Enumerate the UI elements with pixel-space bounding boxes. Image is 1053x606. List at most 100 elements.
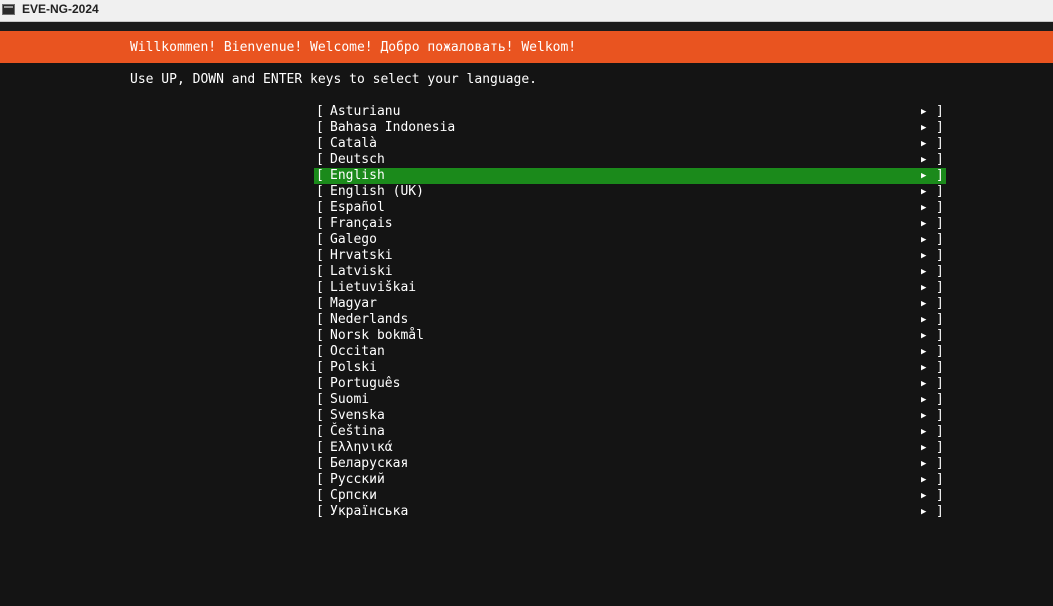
bracket-open: [ [316,504,324,519]
language-option[interactable]: [Português ▶] [314,376,946,392]
language-option-label: Русский [330,472,385,487]
submenu-arrow-icon: ▶ [921,331,927,341]
language-option[interactable]: [ Norsk bokmål ▶] [314,328,946,344]
language-option-label: Asturianu [330,104,401,119]
bracket-close: ] [936,488,944,503]
submenu-arrow-icon: ▶ [921,267,927,277]
language-option[interactable]: [Ελληνικά ▶] [314,440,946,456]
bracket-open: [ [316,344,324,359]
language-option-label: Français [330,216,393,231]
language-option[interactable]: [Bahasa Indonesia ▶] [314,120,946,136]
bracket-close: ] [936,280,944,295]
submenu-arrow-icon: ▶ [921,299,927,309]
language-option-label: Magyar [330,296,377,311]
language-option[interactable]: [Українська ▶] [314,504,946,520]
bracket-open: [ [316,472,324,487]
language-option[interactable]: [English (UK) ▶] [314,184,946,200]
language-option[interactable]: [Latviski ▶] [314,264,946,280]
language-option[interactable]: [ Suomi ▶] [314,392,946,408]
language-list: [ Asturianu ▶] [ Bahasa Indonesia ▶] [ Català… [314,104,946,520]
submenu-arrow-icon: ▶ [921,171,927,181]
bracket-open: [ [316,200,324,215]
language-option-label: Occitan [330,344,385,359]
language-option-label: Bahasa Indonesia [330,120,456,135]
submenu-arrow-icon: ▶ [921,491,927,501]
language-option[interactable]: [Hrvatski ▶] [314,248,946,264]
language-option-label: Hrvatski [330,248,393,263]
submenu-arrow-icon: ▶ [921,123,927,133]
bracket-open: [ [316,136,324,151]
language-option-label: Polski [330,360,377,375]
instructions-text: Use UP, DOWN and ENTER keys to select yo… [130,72,537,87]
bracket-close: ] [936,440,944,455]
language-option[interactable]: [Русский ▶] [314,472,946,488]
submenu-arrow-icon: ▶ [921,363,927,373]
bracket-open: [ [316,184,324,199]
bracket-open: [ [316,456,324,471]
bracket-close: ] [936,312,944,327]
bracket-close: ] [936,344,944,359]
bracket-open: [ [316,328,324,343]
bracket-open: [ [316,280,324,295]
submenu-arrow-icon: ▶ [921,395,927,405]
language-option-label: Norsk bokmål [330,328,424,343]
bracket-close: ] [936,328,944,343]
language-option[interactable]: [Français ▶] [314,216,946,232]
submenu-arrow-icon: ▶ [921,235,927,245]
language-option[interactable]: [Asturianu ▶] [314,104,946,120]
language-option-label: English [330,168,385,183]
language-option[interactable]: [Nederlands ▶] [314,312,946,328]
language-option[interactable]: [Magyar ▶] [314,296,946,312]
terminal-top-strip [0,22,1053,31]
language-option-label: Català [330,136,377,151]
bracket-close: ] [936,200,944,215]
submenu-arrow-icon: ▶ [921,427,927,437]
bracket-close: ] [936,264,944,279]
bracket-close: ] [936,232,944,247]
welcome-banner: Willkommen! Bienvenue! Welcome! Добро по… [0,31,1053,63]
language-option[interactable]: [Deutsch ▶] [314,152,946,168]
bracket-close: ] [936,120,944,135]
submenu-arrow-icon: ▶ [921,315,927,325]
language-option-label: Українська [330,504,409,519]
bracket-open: [ [316,392,324,407]
bracket-open: [ [316,216,324,231]
language-option[interactable]: [Polski ▶] [314,360,946,376]
language-option-label: Беларуская [330,456,409,471]
language-option-label: Deutsch [330,152,385,167]
language-option-label: Ελληνικά [330,440,393,455]
bracket-close: ] [936,392,944,407]
language-option[interactable]: [ Беларуская ▶] [314,456,946,472]
language-option[interactable]: [Čeština ▶] [314,424,946,440]
bracket-open: [ [316,312,324,327]
submenu-arrow-icon: ▶ [921,347,927,357]
language-option-label: Lietuviškai [330,280,417,295]
language-option[interactable]: [ Occitan ▶] [314,344,946,360]
bracket-close: ] [936,456,944,471]
bracket-open: [ [316,408,324,423]
submenu-arrow-icon: ▶ [921,155,927,165]
welcome-banner-text: Willkommen! Bienvenue! Welcome! Добро по… [130,40,577,55]
language-option-label: Suomi [330,392,370,407]
language-option[interactable]: [Српски ▶] [314,488,946,504]
submenu-arrow-icon: ▶ [921,459,927,469]
language-option-label: English (UK) [330,184,424,199]
language-option[interactable]: [Català ▶] [314,136,946,152]
bracket-close: ] [936,152,944,167]
language-option[interactable]: [Español ▶] [314,200,946,216]
language-option-label: Čeština [330,424,385,439]
bracket-close: ] [936,376,944,391]
language-option[interactable]: [Lietuviškai ▶] [314,280,946,296]
window-titlebar: EVE-NG-2024 [0,0,1053,22]
language-option-label: Español [330,200,385,215]
language-option-label: Српски [330,488,377,503]
bracket-open: [ [316,168,324,183]
bracket-close: ] [936,168,944,183]
bracket-close: ] [936,136,944,151]
language-option[interactable]: [Galego ▶] [314,232,946,248]
bracket-open: [ [316,104,324,119]
bracket-open: [ [316,248,324,263]
bracket-open: [ [316,376,324,391]
language-option[interactable]: [Svenska ▶] [314,408,946,424]
language-option-selected[interactable]: [ English ▶] [314,168,946,184]
